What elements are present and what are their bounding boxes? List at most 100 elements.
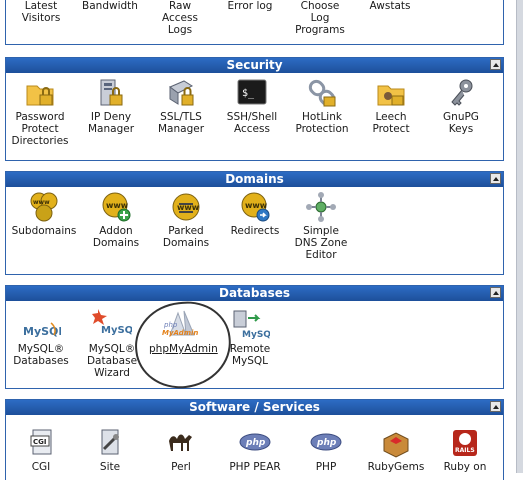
bandwidth-label: Bandwidth xyxy=(82,0,138,12)
folder-lock-icon xyxy=(24,77,56,109)
subdomains-link[interactable]: www Subdomains xyxy=(11,191,77,237)
php-icon: php xyxy=(310,427,342,459)
dns-zone-editor-label: Simple DNS Zone Editor xyxy=(294,225,348,261)
ruby-on-rails-icon: RAILS xyxy=(449,427,481,459)
perl-modules-label: Perl xyxy=(171,461,191,473)
ssl-certificate-icon xyxy=(165,77,197,109)
stats-panel: Latest Visitors Bandwidth Raw Access Log… xyxy=(5,0,504,45)
terminal-icon: $_ xyxy=(236,77,268,109)
latest-visitors-link[interactable]: Latest Visitors xyxy=(8,0,74,24)
remote-mysql-icon: MySQL xyxy=(233,309,277,341)
redirects-link[interactable]: www Redirects xyxy=(222,191,288,237)
hotlink-protection-link[interactable]: HotLink Protection xyxy=(289,77,355,135)
hotlink-protection-label: HotLink Protection xyxy=(295,111,349,135)
password-protect-label: Password Protect Directories xyxy=(11,111,69,147)
perl-modules-link[interactable]: Perl xyxy=(148,427,214,473)
site-software-link[interactable]: Site xyxy=(77,427,143,473)
parked-domains-link[interactable]: www Parked Domains xyxy=(153,191,219,249)
php-link[interactable]: php PHP xyxy=(293,427,359,473)
php-label: PHP xyxy=(315,461,337,473)
software-header: Software / Services xyxy=(6,400,503,415)
mysql-databases-link[interactable]: MySQL MySQL® Databases xyxy=(8,319,74,367)
ip-deny-link[interactable]: IP Deny Manager xyxy=(78,77,144,135)
cgi-link[interactable]: CGI CGI xyxy=(8,427,74,473)
domains-title: Domains xyxy=(225,172,284,186)
security-panel: Security Password Protect Directories IP… xyxy=(5,57,504,161)
page-scrollbar[interactable] xyxy=(516,0,523,473)
addon-domains-www-icon: www xyxy=(100,191,132,223)
gnupg-keys-label: GnuPG Keys xyxy=(443,111,479,135)
rubygems-link[interactable]: RubyGems xyxy=(363,427,429,473)
latest-visitors-label: Latest Visitors xyxy=(21,0,61,24)
perl-camel-icon xyxy=(165,427,197,459)
addon-domains-label: Addon Domains xyxy=(92,225,140,249)
raw-access-logs-link[interactable]: Raw Access Logs xyxy=(147,0,213,36)
mysql-wizard-icon: MySQL xyxy=(92,305,140,341)
ruby-on-rails-link[interactable]: RAILS Ruby on xyxy=(432,427,498,473)
php-pear-icon: php xyxy=(239,427,271,459)
leech-folder-icon xyxy=(375,77,407,109)
choose-log-programs-link[interactable]: Choose Log Programs xyxy=(287,0,353,36)
ssl-tls-link[interactable]: SSL/TLS Manager xyxy=(148,77,214,135)
databases-collapse-button[interactable] xyxy=(490,287,501,298)
ssh-shell-label: SSH/Shell Access xyxy=(226,111,278,135)
security-title: Security xyxy=(226,58,283,72)
cgi-icon: CGI xyxy=(25,427,57,459)
mysql-databases-label: MySQL® Databases xyxy=(13,343,69,367)
software-panel: Software / Services CGI CGI Site Perl ph… xyxy=(5,399,504,480)
domains-panel: Domains www Subdomains www Addon Domains… xyxy=(5,171,504,275)
domains-collapse-button[interactable] xyxy=(490,173,501,184)
php-pear-link[interactable]: php PHP PEAR xyxy=(222,427,288,473)
leech-protect-link[interactable]: Leech Protect xyxy=(358,77,424,135)
ip-deny-label: IP Deny Manager xyxy=(87,111,135,135)
site-software-label: Site xyxy=(99,461,121,473)
php-pear-label: PHP PEAR xyxy=(229,461,281,473)
awstats-link[interactable]: Awstats xyxy=(357,0,423,12)
ssh-shell-link[interactable]: $_ SSH/Shell Access xyxy=(219,77,285,135)
databases-panel: Databases MySQL MySQL® Databases MySQL M… xyxy=(5,285,504,389)
dns-zone-icon xyxy=(305,191,337,223)
software-title: Software / Services xyxy=(189,400,320,414)
bandwidth-link[interactable]: Bandwidth xyxy=(77,0,143,12)
gnupg-keys-link[interactable]: GnuPG Keys xyxy=(428,77,494,135)
addon-domains-link[interactable]: www Addon Domains xyxy=(83,191,149,249)
cgi-label: CGI xyxy=(31,461,51,473)
cgi-logo-text: CGI xyxy=(33,438,47,446)
hotlink-chain-icon xyxy=(306,77,338,109)
ip-deny-icon xyxy=(95,77,127,109)
parked-domains-label: Parked Domains xyxy=(162,225,210,249)
security-header: Security xyxy=(6,58,503,73)
error-log-link[interactable]: Error log xyxy=(217,0,283,12)
mysql-icon: MySQL xyxy=(23,319,65,341)
leech-protect-label: Leech Protect xyxy=(372,111,410,135)
subdomains-label: Subdomains xyxy=(11,225,77,237)
parked-domains-www-icon: www xyxy=(170,191,202,223)
ssl-tls-label: SSL/TLS Manager xyxy=(157,111,205,135)
rubygems-icon xyxy=(380,427,412,459)
ruby-on-rails-label: Ruby on xyxy=(443,461,487,473)
keys-icon xyxy=(445,77,477,109)
www-text: www xyxy=(33,199,50,206)
redirects-label: Redirects xyxy=(230,225,280,237)
php-logo-text: php xyxy=(316,438,337,448)
rubygems-label: RubyGems xyxy=(367,461,425,473)
rails-logo-text: RAILS xyxy=(455,447,475,454)
databases-title: Databases xyxy=(218,286,290,300)
security-collapse-button[interactable] xyxy=(490,59,501,70)
mysql-logo-text: MySQL xyxy=(101,325,132,336)
site-software-icon xyxy=(94,427,126,459)
error-log-label: Error log xyxy=(227,0,273,12)
software-collapse-button[interactable] xyxy=(490,401,501,412)
terminal-prompt-text: $_ xyxy=(242,88,255,99)
dns-zone-editor-link[interactable]: Simple DNS Zone Editor xyxy=(288,191,354,261)
php-logo-text: php xyxy=(245,438,266,448)
choose-log-programs-label: Choose Log Programs xyxy=(295,0,345,36)
databases-header: Databases xyxy=(6,286,503,301)
domains-header: Domains xyxy=(6,172,503,187)
raw-access-logs-label: Raw Access Logs xyxy=(162,0,198,36)
awstats-label: Awstats xyxy=(369,0,411,12)
subdomains-www-icon: www xyxy=(28,191,60,223)
mysql-logo-text: MySQL xyxy=(242,330,270,340)
password-protect-link[interactable]: Password Protect Directories xyxy=(7,77,73,147)
redirects-www-icon: www xyxy=(239,191,271,223)
